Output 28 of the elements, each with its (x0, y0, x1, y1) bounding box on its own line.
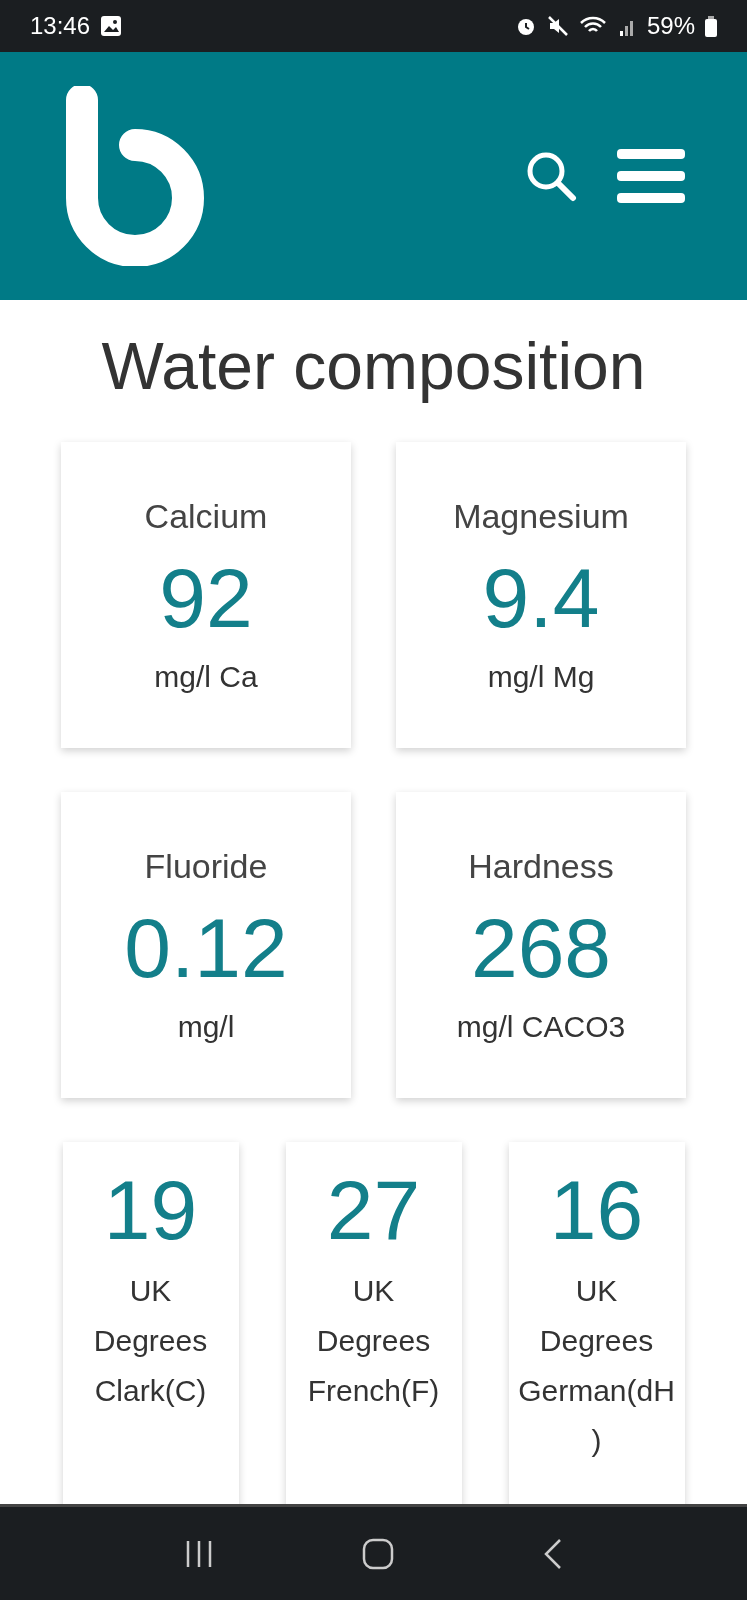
mineral-unit: mg/l CACO3 (456, 1009, 626, 1044)
battery-icon (705, 15, 717, 37)
mute-icon (546, 15, 569, 37)
battery-percent: 59% (646, 12, 695, 40)
mineral-value: 9.4 (482, 555, 600, 640)
hardness-value: 19 (103, 1168, 198, 1252)
back-icon[interactable] (542, 1537, 563, 1570)
mineral-unit: mg/l (177, 1009, 235, 1044)
image-icon (100, 15, 123, 37)
hardness-unit: UK Degrees Clark(C) (92, 1273, 209, 1409)
mineral-unit: mg/l Ca (154, 659, 258, 694)
mineral-name: Calcium (144, 496, 268, 536)
mineral-value: 0.12 (124, 905, 288, 990)
hardness-value: 16 (549, 1168, 644, 1252)
search-icon[interactable] (525, 150, 577, 202)
hardness-unit: UK Degrees French(F) (306, 1273, 441, 1409)
page-title: Water composition (101, 328, 646, 404)
mineral-value: 268 (470, 905, 612, 990)
mineral-value: 92 (159, 555, 253, 640)
home-icon[interactable] (362, 1537, 395, 1570)
mineral-unit: mg/l Mg (487, 659, 595, 694)
menu-icon[interactable] (617, 147, 685, 205)
clock: 13:46 (30, 12, 91, 40)
mineral-name: Hardness (468, 846, 614, 886)
hardness-value: 27 (326, 1168, 421, 1252)
mineral-name: Magnesium (453, 496, 629, 536)
mineral-name: Fluoride (144, 846, 268, 886)
hardness-unit: UK Degrees German(dH) (517, 1273, 676, 1459)
